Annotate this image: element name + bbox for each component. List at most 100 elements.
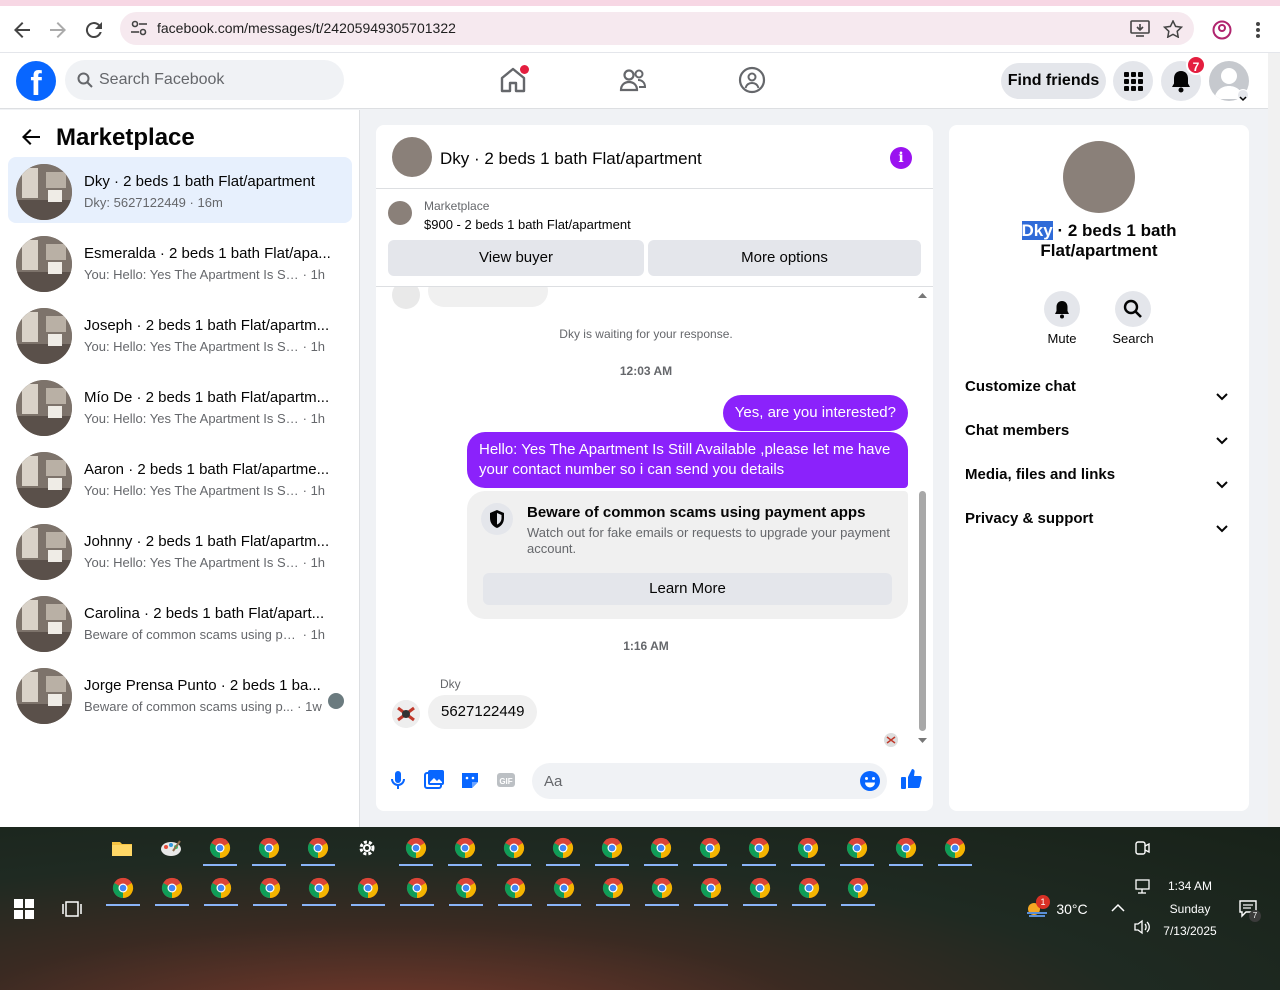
chrome-icon[interactable] xyxy=(846,837,868,859)
learn-more-button[interactable]: Learn More xyxy=(483,573,892,605)
chrome-icon[interactable] xyxy=(405,837,427,859)
chrome-icon[interactable] xyxy=(700,877,722,899)
conversation-item[interactable]: Johnny · 2 beds 1 bath Flat/apartm... You… xyxy=(8,517,352,583)
sender-avatar[interactable] xyxy=(392,287,420,309)
chrome-icon[interactable] xyxy=(112,877,134,899)
chrome-icon[interactable] xyxy=(749,877,771,899)
settings-icon[interactable] xyxy=(356,837,378,859)
back-arrow-icon[interactable] xyxy=(20,126,42,155)
emoji-icon[interactable] xyxy=(859,770,881,792)
chrome-icon[interactable] xyxy=(895,837,917,859)
volume-icon[interactable] xyxy=(1133,919,1151,935)
chrome-icon[interactable] xyxy=(209,837,231,859)
chrome-icon[interactable] xyxy=(307,837,329,859)
view-buyer-button[interactable]: View buyer xyxy=(388,240,644,276)
find-friends-button[interactable]: Find friends xyxy=(1001,63,1106,99)
chat-header-avatar[interactable] xyxy=(392,137,432,177)
chrome-icon[interactable] xyxy=(699,837,721,859)
meet-now-icon[interactable] xyxy=(1133,839,1151,857)
network-icon[interactable] xyxy=(1133,879,1151,895)
chat-scrollbar-thumb[interactable] xyxy=(919,491,926,731)
temperature[interactable]: 30°C xyxy=(1052,901,1092,917)
chrome-icon[interactable] xyxy=(258,837,280,859)
chat-title[interactable]: Dky · 2 beds 1 bath Flat/apartment xyxy=(440,149,702,169)
chrome-icon[interactable] xyxy=(503,837,525,859)
conversation-avatar[interactable] xyxy=(1063,141,1135,213)
conversation-item[interactable]: Carolina · 2 beds 1 bath Flat/apart... Be… xyxy=(8,589,352,655)
microphone-icon[interactable] xyxy=(387,769,409,791)
thumbs-up-icon[interactable] xyxy=(899,767,923,791)
facebook-search[interactable] xyxy=(65,60,344,100)
back-icon[interactable] xyxy=(10,18,34,42)
chrome-icon[interactable] xyxy=(357,877,379,899)
chrome-icon[interactable] xyxy=(161,877,183,899)
conversation-item[interactable]: Dky · 2 beds 1 bath Flat/apartment Dky: 5… xyxy=(8,157,352,223)
chrome-icon[interactable] xyxy=(259,877,281,899)
chrome-icon[interactable] xyxy=(210,877,232,899)
conversation-item[interactable]: Esmeralda · 2 beds 1 bath Flat/apa... You… xyxy=(8,229,352,295)
outgoing-message[interactable]: Hello: Yes The Apartment Is Still Availa… xyxy=(467,432,908,488)
chrome-icon[interactable] xyxy=(406,877,428,899)
conversation-item[interactable]: Aaron · 2 beds 1 bath Flat/apartme... You… xyxy=(8,445,352,511)
windows-start-icon[interactable] xyxy=(14,899,34,919)
info-section-row[interactable]: Customize chat xyxy=(965,367,1233,407)
mute-button[interactable] xyxy=(1044,291,1080,327)
task-view-icon[interactable] xyxy=(62,899,82,919)
friends-nav-icon[interactable] xyxy=(618,65,648,95)
browser-menu-icon[interactable] xyxy=(1250,20,1266,40)
forward-icon[interactable] xyxy=(46,18,70,42)
info-icon[interactable]: i xyxy=(890,147,912,169)
conversation-item[interactable]: Jorge Prensa Punto · 2 beds 1 ba... Bewar… xyxy=(8,661,352,727)
chrome-icon[interactable] xyxy=(553,877,575,899)
outgoing-message[interactable]: Yes, are you interested? xyxy=(722,395,908,431)
conversation-item[interactable]: Joseph · 2 beds 1 bath Flat/apartm... You… xyxy=(8,301,352,367)
info-section-row[interactable]: Chat members xyxy=(965,411,1233,451)
chrome-icon[interactable] xyxy=(944,837,966,859)
account-chevron-icon[interactable] xyxy=(1237,89,1249,102)
photo-attach-icon[interactable] xyxy=(423,769,445,791)
install-app-icon[interactable] xyxy=(1130,20,1150,38)
clock-time[interactable]: 1:34 AM xyxy=(1155,879,1225,893)
info-section-row[interactable]: Privacy & support xyxy=(965,499,1233,539)
bookmark-star-icon[interactable] xyxy=(1162,19,1184,39)
chrome-icon[interactable] xyxy=(748,837,770,859)
profile-icon[interactable] xyxy=(1212,20,1232,40)
search-in-chat-button[interactable] xyxy=(1115,291,1151,327)
groups-nav-icon[interactable] xyxy=(737,65,767,95)
chrome-icon[interactable] xyxy=(601,837,623,859)
page-scrollbar[interactable] xyxy=(1268,53,1280,827)
chrome-icon[interactable] xyxy=(455,877,477,899)
chrome-icon[interactable] xyxy=(650,837,672,859)
search-input[interactable] xyxy=(99,60,339,100)
chrome-icon[interactable] xyxy=(797,837,819,859)
incoming-message[interactable]: 5627122449 xyxy=(428,695,538,729)
message-input-wrapper[interactable] xyxy=(532,763,887,799)
tray-chevron-up-icon[interactable] xyxy=(1110,901,1126,913)
chrome-icon[interactable] xyxy=(308,877,330,899)
listing-thumbnail[interactable] xyxy=(388,201,412,225)
chat-scrollbar[interactable] xyxy=(917,291,928,745)
chrome-icon[interactable] xyxy=(504,877,526,899)
listing-title[interactable]: $900 - 2 beds 1 bath Flat/apartment xyxy=(424,217,631,232)
chrome-icon[interactable] xyxy=(602,877,624,899)
reload-icon[interactable] xyxy=(82,18,106,42)
sticker-icon[interactable] xyxy=(459,769,481,791)
gif-icon[interactable]: GIF xyxy=(495,769,517,791)
address-bar[interactable]: facebook.com/messages/t/2420594930570132… xyxy=(120,12,1194,45)
info-section-row[interactable]: Media, files and links xyxy=(965,455,1233,495)
message-input[interactable] xyxy=(544,763,834,799)
clock-day[interactable]: Sunday xyxy=(1155,902,1225,916)
more-options-button[interactable]: More options xyxy=(648,240,921,276)
chrome-icon[interactable] xyxy=(454,837,476,859)
chrome-icon[interactable] xyxy=(552,837,574,859)
menu-grid-icon[interactable] xyxy=(1113,61,1153,101)
file-explorer-icon[interactable] xyxy=(111,837,133,859)
sender-avatar[interactable] xyxy=(392,700,420,728)
chrome-icon[interactable] xyxy=(651,877,673,899)
site-settings-icon[interactable] xyxy=(130,20,148,36)
chrome-icon[interactable] xyxy=(798,877,820,899)
conversation-item[interactable]: Mío De · 2 beds 1 bath Flat/apartm... You… xyxy=(8,373,352,439)
facebook-logo[interactable]: f xyxy=(16,61,56,101)
paint-app-icon[interactable] xyxy=(160,837,182,859)
chrome-icon[interactable] xyxy=(847,877,869,899)
